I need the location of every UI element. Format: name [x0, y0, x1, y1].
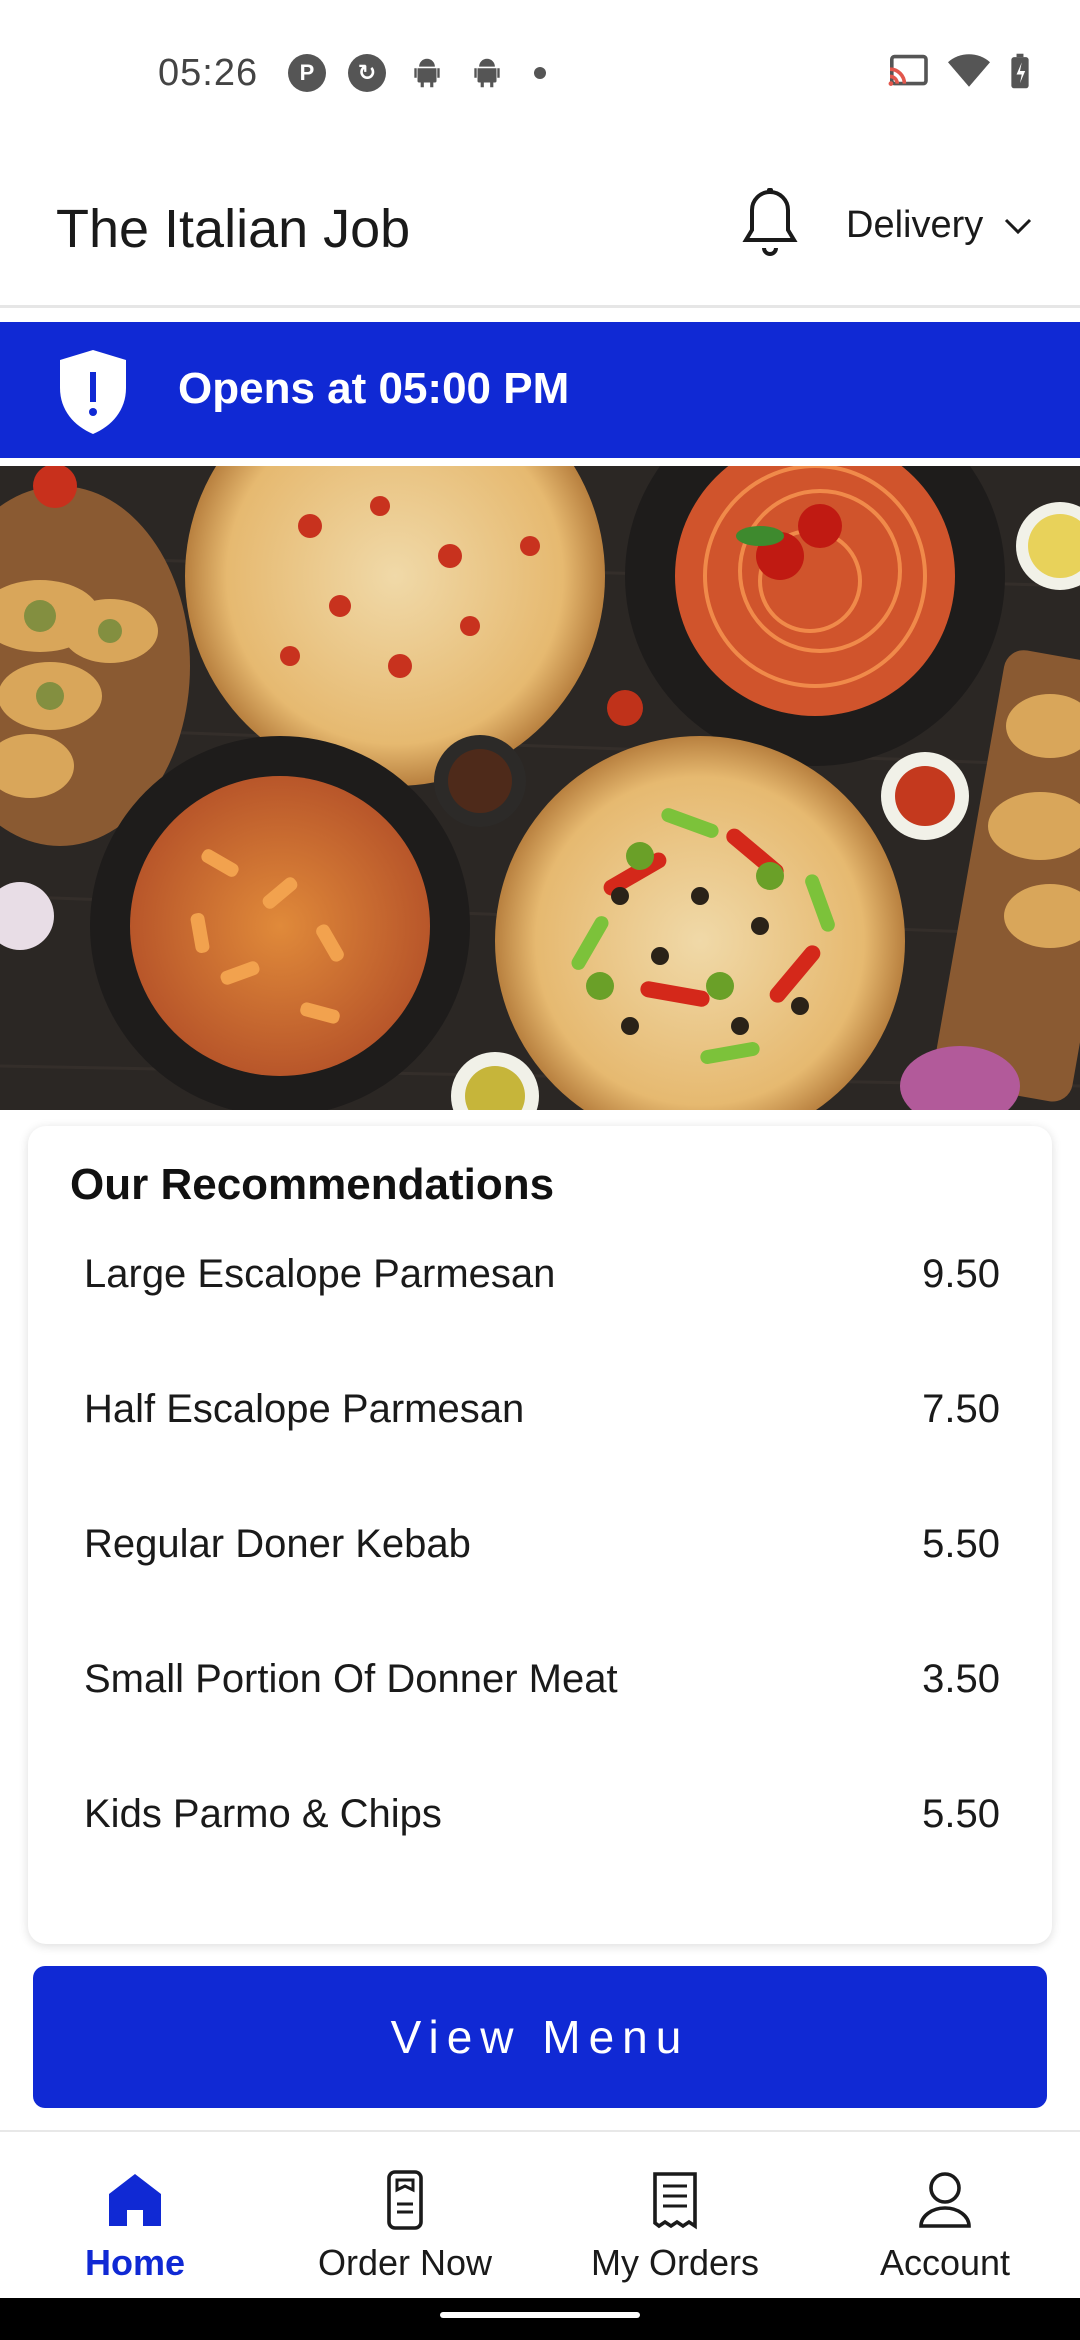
person-icon [919, 2172, 971, 2228]
recommendation-item[interactable]: Half Escalope Parmesan 7.50 [28, 1377, 1052, 1512]
gesture-bar [0, 2298, 1080, 2340]
delivery-label: Delivery [846, 204, 984, 246]
sync-icon: ↻ [348, 54, 386, 92]
nav-my-orders[interactable]: My Orders [540, 2132, 810, 2298]
dot-icon [534, 67, 546, 79]
item-name: Large Escalope Parmesan [84, 1252, 556, 1296]
item-price: 5.50 [922, 1522, 1000, 1566]
item-name: Regular Doner Kebab [84, 1522, 471, 1566]
home-gesture-handle[interactable] [440, 2312, 640, 2318]
recommendations-list: Large Escalope Parmesan 9.50 Half Escalo… [28, 1242, 1052, 1917]
item-price: 5.50 [922, 1792, 1000, 1836]
nav-label: My Orders [590, 2242, 759, 2283]
battery-icon [1011, 53, 1029, 89]
bell-icon[interactable] [740, 186, 800, 260]
item-name: Half Escalope Parmesan [84, 1387, 525, 1431]
status-icons-left: P ↻ [288, 54, 546, 92]
nav-label: Order Now [317, 2242, 493, 2283]
android-icon [414, 58, 440, 88]
recommendation-item[interactable]: Regular Doner Kebab 5.50 [28, 1512, 1052, 1647]
status-icons-right [886, 52, 1032, 90]
item-price: 3.50 [922, 1657, 1000, 1701]
chevron-down-icon [1005, 218, 1032, 234]
recommendations-title: Our Recommendations [70, 1160, 555, 1209]
app-header: The Italian Job Delivery [0, 150, 1080, 308]
pocket-casts-icon: P [288, 54, 326, 92]
nav-label: Home [84, 2242, 186, 2283]
view-menu-button[interactable]: View Menu [33, 1966, 1047, 2108]
recommendations-card: Our Recommendations Large Escalope Parme… [28, 1126, 1052, 1944]
recommendation-item[interactable]: Kids Parmo & Chips 5.50 [28, 1782, 1052, 1917]
android-icon [474, 58, 500, 88]
nav-home[interactable]: Home [0, 2132, 270, 2298]
delivery-dropdown[interactable]: Delivery [846, 204, 1033, 247]
nav-order-now[interactable]: Order Now [270, 2132, 540, 2298]
opening-time-text: Opens at 05:00 PM [178, 364, 570, 413]
home-icon [109, 2174, 161, 2226]
item-name: Kids Parmo & Chips [84, 1792, 442, 1836]
bottom-nav: Home Order Now My Orders Account [0, 2130, 1080, 2298]
recommendation-item[interactable]: Large Escalope Parmesan 9.50 [28, 1242, 1052, 1377]
italian-food-spread-image [0, 466, 1080, 1110]
opening-time-banner: Opens at 05:00 PM [0, 322, 1080, 458]
item-name: Small Portion Of Donner Meat [84, 1657, 618, 1701]
status-time: 05:26 [158, 52, 259, 94]
recommendation-item[interactable]: Small Portion Of Donner Meat 3.50 [28, 1647, 1052, 1782]
receipt-icon [653, 2172, 697, 2230]
restaurant-title: The Italian Job [56, 199, 411, 259]
nav-label: Account [879, 2242, 1011, 2283]
cast-icon [888, 54, 928, 86]
status-bar: 05:26 P ↻ [0, 0, 1080, 150]
wifi-icon [948, 54, 990, 87]
nav-account[interactable]: Account [810, 2132, 1080, 2298]
item-price: 7.50 [922, 1387, 1000, 1431]
order-now-icon [387, 2170, 423, 2230]
shield-alert-icon [60, 350, 126, 434]
item-price: 9.50 [922, 1252, 1000, 1296]
